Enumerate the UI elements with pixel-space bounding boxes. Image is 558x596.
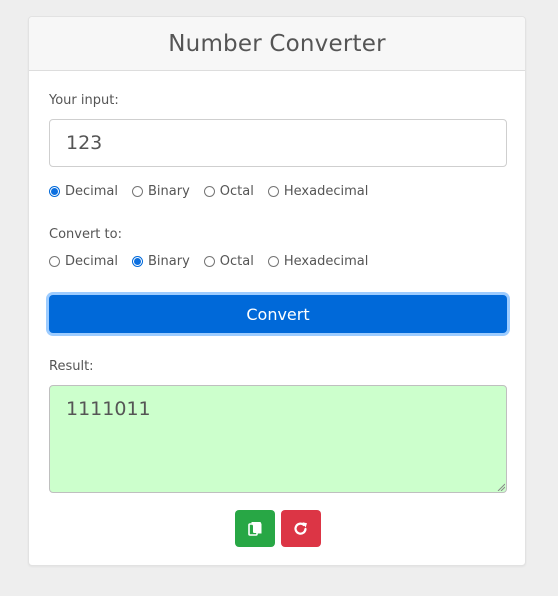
radio-checked-icon[interactable] <box>132 256 144 267</box>
redo-icon <box>294 521 307 535</box>
to-radio-binary[interactable]: Binary <box>132 254 190 269</box>
radio-label: Hexadecimal <box>283 254 369 269</box>
radio-label: Binary <box>148 184 190 199</box>
from-radio-binary[interactable]: Binary <box>132 184 190 199</box>
to-radio-octal[interactable]: Octal <box>203 254 254 269</box>
card-header: Number Converter <box>29 17 525 71</box>
radio-unchecked-icon[interactable] <box>132 186 144 197</box>
convert-to-label: Convert to: <box>49 227 122 242</box>
input-label: Your input: <box>49 93 119 108</box>
page-title: Number Converter <box>168 30 386 57</box>
radio-label: Octal <box>219 254 254 269</box>
radio-unchecked-icon[interactable] <box>49 256 60 267</box>
radio-unchecked-icon[interactable] <box>203 256 215 267</box>
copy-button[interactable] <box>235 510 275 547</box>
convert-button[interactable]: Convert <box>49 295 507 333</box>
radio-unchecked-icon[interactable] <box>267 256 279 267</box>
radio-label: Octal <box>219 184 254 199</box>
from-radio-hexadecimal[interactable]: Hexadecimal <box>267 184 369 199</box>
result-label: Result: <box>49 359 94 374</box>
to-radio-group: Decimal Binary Octal Hexadecimal <box>49 254 382 269</box>
converter-card: Number Converter Your input: Decimal Bin… <box>28 16 526 566</box>
result-textarea[interactable]: 1111011 <box>49 385 507 493</box>
radio-checked-icon[interactable] <box>49 186 60 197</box>
to-radio-decimal[interactable]: Decimal <box>49 254 118 269</box>
from-radio-group: Decimal Binary Octal Hexadecimal <box>49 184 382 199</box>
from-radio-octal[interactable]: Octal <box>203 184 254 199</box>
from-radio-decimal[interactable]: Decimal <box>49 184 118 199</box>
number-input[interactable] <box>49 119 507 167</box>
radio-label: Decimal <box>65 254 119 269</box>
radio-label: Binary <box>148 254 190 269</box>
copy-icon <box>248 521 262 536</box>
radio-unchecked-icon[interactable] <box>203 186 215 197</box>
to-radio-hexadecimal[interactable]: Hexadecimal <box>267 254 369 269</box>
radio-unchecked-icon[interactable] <box>267 186 279 197</box>
radio-label: Hexadecimal <box>283 184 369 199</box>
radio-label: Decimal <box>65 184 119 199</box>
reset-button[interactable] <box>281 510 321 547</box>
resize-grip-icon[interactable] <box>497 483 505 491</box>
